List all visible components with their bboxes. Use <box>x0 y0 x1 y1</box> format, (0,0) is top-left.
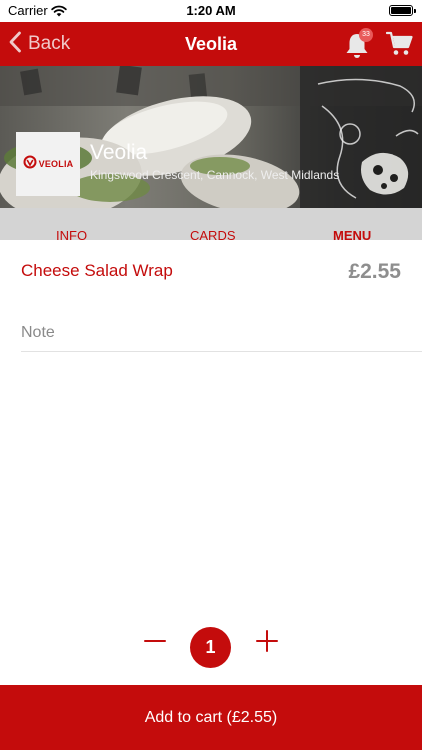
tab-info[interactable]: INFO <box>56 228 87 240</box>
venue-address: Kingswood Crescent, Cannock, West Midlan… <box>90 168 340 182</box>
venue-banner: VEOLIA Veolia Kingswood Crescent, Cannoc… <box>0 66 422 208</box>
plus-icon <box>254 630 280 658</box>
cart-button[interactable] <box>385 31 414 57</box>
venue-logo: VEOLIA <box>16 132 80 196</box>
add-to-cart-button[interactable]: Add to cart (£2.55) <box>0 685 422 750</box>
item-price: £2.55 <box>348 260 401 283</box>
notifications-button[interactable]: 33 <box>344 28 374 60</box>
increase-quantity-button[interactable] <box>254 628 280 654</box>
item-name: Cheese Salad Wrap <box>21 261 173 280</box>
tab-menu[interactable]: MENU <box>333 228 371 240</box>
back-label: Back <box>28 33 71 54</box>
status-time: 1:20 AM <box>186 3 236 18</box>
minus-icon <box>142 640 168 658</box>
battery-icon <box>389 5 416 16</box>
note-input[interactable] <box>21 314 422 352</box>
status-bar: Carrier 1:20 AM <box>0 0 422 22</box>
logo-text: VEOLIA <box>38 159 74 169</box>
decrease-quantity-button[interactable] <box>142 628 168 654</box>
tab-cards[interactable]: CARDS <box>190 228 236 240</box>
notification-badge: 33 <box>359 28 373 42</box>
venue-name: Veolia <box>90 141 148 164</box>
chevron-left-icon <box>8 31 22 58</box>
add-to-cart-label: Add to cart (£2.55) <box>144 708 278 726</box>
nav-bar: Back Veolia 33 <box>0 22 422 66</box>
quantity-count: 1 <box>190 627 231 668</box>
venue-tabs: INFO CARDS MENU <box>0 208 422 240</box>
back-button[interactable]: Back <box>8 22 70 66</box>
veolia-logo-icon <box>23 155 37 174</box>
cart-icon <box>385 31 414 61</box>
